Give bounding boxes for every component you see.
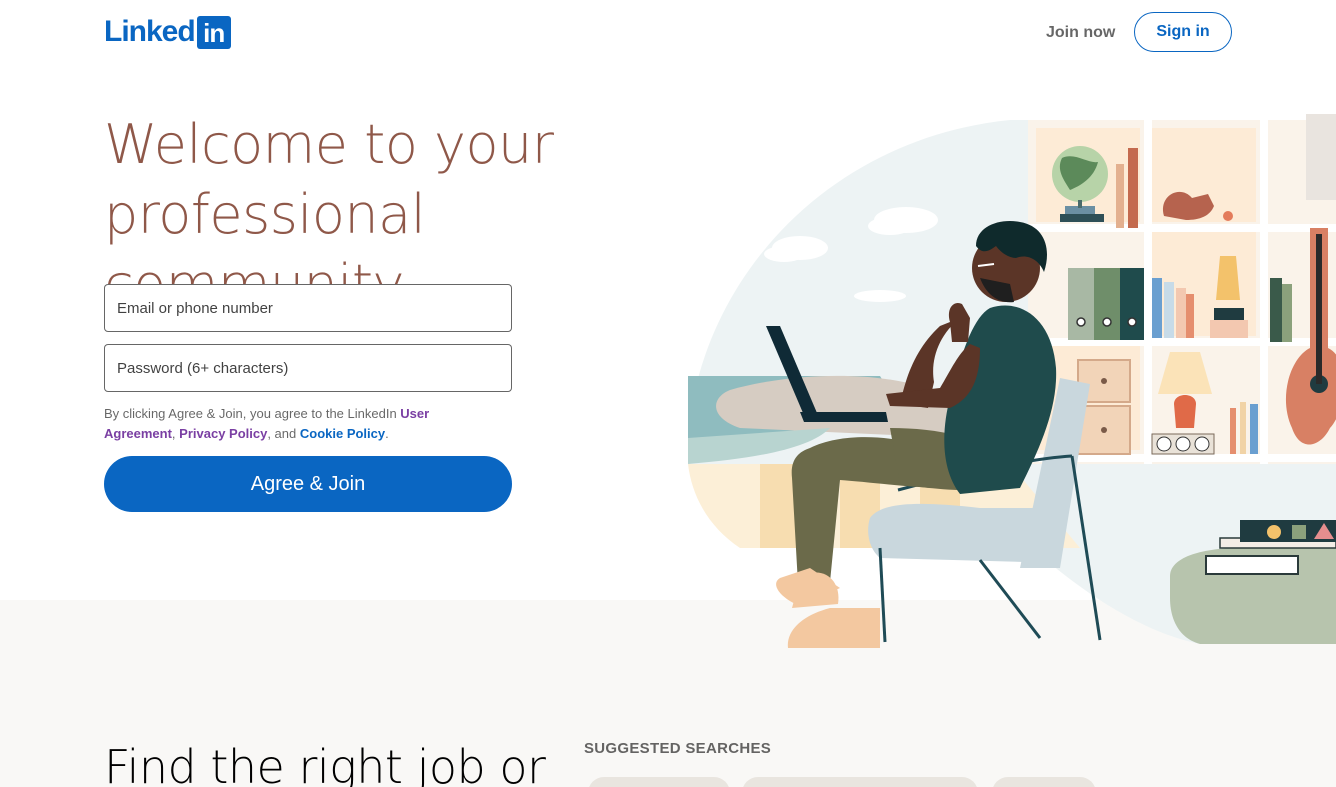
privacy-policy-link[interactable]: Privacy Policy [179, 426, 267, 441]
suggested-searches-heading: SUGGESTED SEARCHES [584, 740, 772, 757]
cookie-policy-link[interactable]: Cookie Policy [300, 426, 385, 441]
email-field[interactable]: Email or phone number [104, 284, 512, 332]
find-job-heading: Find the right job or [104, 740, 546, 787]
legal-prefix: By clicking Agree & Join, you agree to t… [104, 406, 401, 421]
legal-notice: By clicking Agree & Join, you agree to t… [104, 404, 464, 444]
legal-suffix: . [385, 426, 389, 441]
suggested-search-pill[interactable] [742, 777, 978, 787]
sign-in-button[interactable]: Sign in [1134, 12, 1232, 52]
hero-illustration [688, 114, 1336, 648]
password-field[interactable]: Password (6+ characters) [104, 344, 512, 392]
password-placeholder: Password (6+ characters) [117, 359, 289, 377]
agree-and-join-button[interactable]: Agree & Join [104, 456, 512, 512]
suggested-search-pill[interactable] [588, 777, 730, 787]
legal-sep-2: , and [267, 426, 300, 441]
hero-title-line-1: Welcome to your [104, 113, 554, 176]
logo-wordmark: Linked [104, 15, 196, 48]
top-nav: Linked in Join now Sign in [0, 0, 1336, 64]
linkedin-logo[interactable]: Linked in [104, 15, 231, 49]
logo-in-box: in [196, 15, 231, 49]
join-now-link[interactable]: Join now [1036, 16, 1125, 50]
email-placeholder: Email or phone number [117, 299, 273, 317]
suggested-search-pill[interactable] [992, 777, 1096, 787]
